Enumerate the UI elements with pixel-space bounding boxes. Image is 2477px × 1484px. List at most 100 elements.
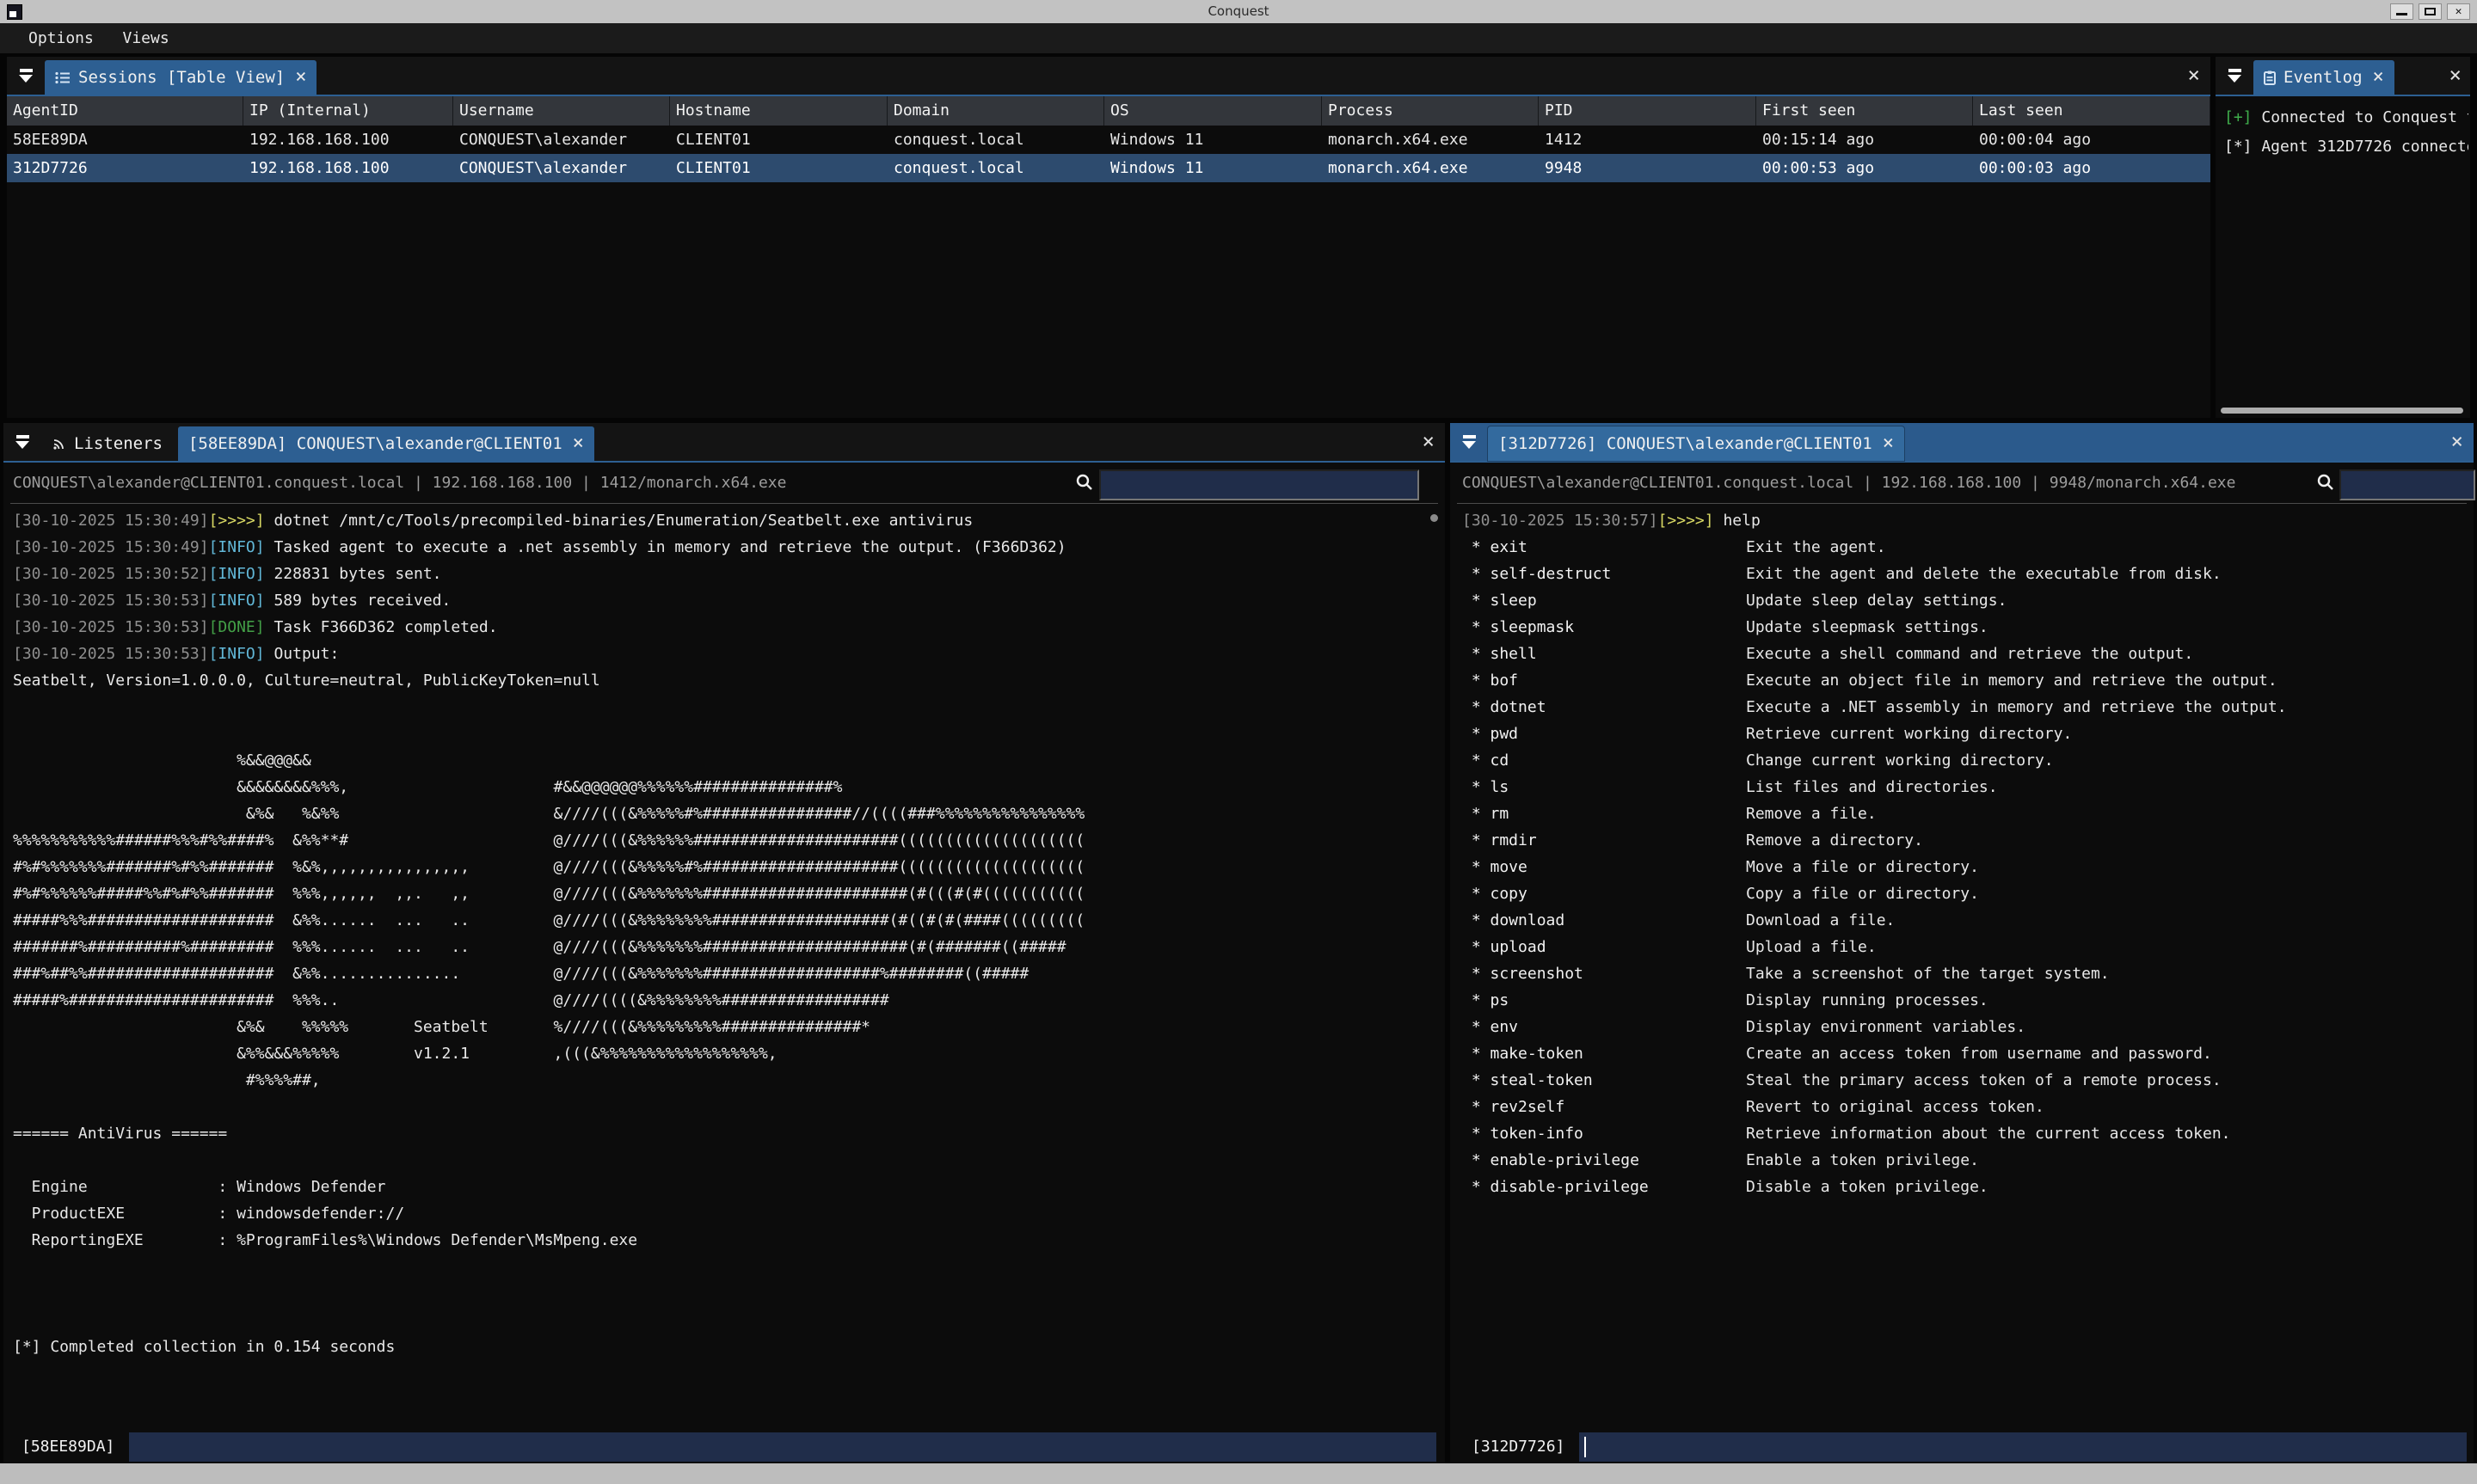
console-text-segment: [30-10-2025 15:30:52]	[13, 565, 209, 583]
help-command: * sleep	[1462, 587, 1746, 614]
help-entry: * moveMove a file or directory.	[1462, 854, 2468, 880]
menu-item-views[interactable]: Views	[123, 23, 169, 53]
help-description: Download a file.	[1746, 911, 1895, 929]
help-command: * disable-privilege	[1462, 1174, 1746, 1200]
column-header[interactable]: PID	[1539, 96, 1756, 126]
column-header[interactable]: Last seen	[1973, 96, 2210, 126]
help-description: Execute an object file in memory and ret…	[1746, 671, 2277, 690]
table-cell: 192.168.168.100	[243, 126, 453, 154]
console-text-segment: dotnet /mnt/c/Tools/precompiled-binaries…	[265, 512, 974, 530]
menu-item-options[interactable]: Options	[28, 23, 94, 53]
console-text-segment: Tasked agent to execute a .net assembly …	[265, 538, 1066, 556]
column-header[interactable]: OS	[1104, 96, 1322, 126]
column-header[interactable]: AgentID	[7, 96, 243, 126]
console-line: #%%%%##,	[13, 1067, 1440, 1094]
window-titlebar[interactable]: Conquest ✕	[0, 0, 2477, 23]
column-header[interactable]: First seen	[1756, 96, 1973, 126]
help-description: Enable a token privilege.	[1746, 1151, 1979, 1169]
help-entry: * disable-privilegeDisable a token privi…	[1462, 1174, 2468, 1200]
minimize-button[interactable]	[2390, 3, 2413, 20]
agent-status-row: CONQUEST\alexander@CLIENT01.conquest.loc…	[1450, 463, 2474, 503]
console-line: #%#%%%%%%#####%%#%#%%####### %%%,,,,,, ,…	[13, 880, 1440, 907]
help-entry: * exitExit the agent.	[1462, 534, 2468, 561]
search-input[interactable]	[1099, 469, 1419, 500]
console-line	[13, 721, 1440, 747]
help-entry: * sleepmaskUpdate sleepmask settings.	[1462, 614, 2468, 641]
agent-console-panel-312D7726: [312D7726] CONQUEST\alexander@CLIENT01 ×…	[1450, 423, 2474, 1463]
dropdown-bar-icon	[1463, 435, 1476, 438]
close-panel-icon[interactable]: ×	[2188, 64, 2200, 85]
command-input[interactable]	[129, 1432, 1436, 1462]
console-text-segment: [30-10-2025 15:30:53]	[13, 645, 209, 663]
console-text-segment: [>>>>]	[1658, 512, 1714, 530]
panel-dropdown-button[interactable]	[3, 423, 41, 461]
maximize-button[interactable]	[2419, 3, 2442, 20]
help-entry: * rev2selfRevert to original access toke…	[1462, 1094, 2468, 1120]
tab-agent-312D7726[interactable]: [312D7726] CONQUEST\alexander@CLIENT01 ×	[1488, 426, 1904, 461]
console-line: [30-10-2025 15:30:53][DONE] Task F366D36…	[13, 614, 1440, 641]
help-entry: * psDisplay running processes.	[1462, 987, 2468, 1014]
search-input[interactable]	[2339, 469, 2475, 500]
command-input-bar: [312D7726]	[1450, 1432, 2474, 1462]
column-header[interactable]: Hostname	[670, 96, 888, 126]
console-text-segment: 589 bytes received.	[265, 592, 452, 610]
table-cell: 00:00:03 ago	[1973, 154, 2210, 182]
console-text-segment: ProductEXE : windowsdefender://	[13, 1205, 404, 1223]
eventlog-panel: Eventlog × × [+] Connected to Conquest t…	[2216, 57, 2470, 418]
panel-dropdown-button[interactable]	[1450, 423, 1488, 461]
close-tab-icon[interactable]: ×	[573, 434, 584, 453]
column-header[interactable]: Process	[1322, 96, 1539, 126]
column-header[interactable]: Domain	[888, 96, 1104, 126]
table-row[interactable]: 312D7726192.168.168.100CONQUEST\alexande…	[7, 154, 2210, 182]
console-text-segment: Task F366D362 completed.	[265, 618, 498, 636]
console-text-segment: [30-10-2025 15:30:57]	[1462, 512, 1658, 530]
tab-agent-58EE89DA[interactable]: [58EE89DA] CONQUEST\alexander@CLIENT01 ×	[178, 426, 594, 461]
close-panel-icon[interactable]: ×	[1423, 431, 1435, 451]
table-cell: monarch.x64.exe	[1322, 154, 1539, 182]
console-text-segment: &%& %&%% &////(((&%%%%%#%###############…	[13, 805, 1085, 823]
console-line: #####%%%#################### &%%...... .…	[13, 907, 1440, 934]
help-description: Update sleepmask settings.	[1746, 618, 1988, 636]
column-header[interactable]: Username	[453, 96, 670, 126]
help-entry: * rmRemove a file.	[1462, 800, 2468, 827]
console-line: ====== AntiVirus ======	[13, 1120, 1440, 1147]
close-panel-icon[interactable]: ×	[2449, 64, 2462, 85]
help-command: * steal-token	[1462, 1067, 1746, 1094]
console-text-segment: Seatbelt, Version=1.0.0.0, Culture=neutr…	[13, 671, 600, 690]
close-window-button[interactable]: ✕	[2447, 3, 2470, 20]
help-description: Execute a shell command and retrieve the…	[1746, 645, 2193, 663]
command-input[interactable]	[1579, 1432, 2467, 1462]
console-text-segment: [30-10-2025 15:30:53]	[13, 592, 209, 610]
close-tab-icon[interactable]: ×	[2373, 68, 2384, 87]
close-tab-icon[interactable]: ×	[1883, 434, 1894, 453]
panel-dropdown-button[interactable]	[7, 57, 45, 95]
agent-status-line: CONQUEST\alexander@CLIENT01.conquest.loc…	[13, 463, 786, 503]
agent-console-panel-58EE89DA: Listeners [58EE89DA] CONQUEST\alexander@…	[3, 423, 1445, 1463]
help-command: * pwd	[1462, 721, 1746, 747]
console-output[interactable]: [30-10-2025 15:30:49][>>>>] dotnet /mnt/…	[3, 507, 1440, 1429]
help-description: Retrieve current working directory.	[1746, 725, 2072, 743]
left-console-tabbar: Listeners [58EE89DA] CONQUEST\alexander@…	[3, 423, 1445, 463]
close-panel-icon[interactable]: ×	[2451, 431, 2463, 451]
console-output[interactable]: [30-10-2025 15:30:57][>>>>] help * exitE…	[1450, 507, 2468, 1429]
console-text-segment: [DONE]	[209, 618, 265, 636]
sessions-table-header: AgentIDIP (Internal)UsernameHostnameDoma…	[7, 96, 2210, 126]
console-text-segment: &&&&&&&&%%%, #&&@@@@@@%%%%%%############…	[13, 778, 843, 796]
console-line: #####%###################### %%%.. @////…	[13, 987, 1440, 1014]
console-text-segment: %%%%%%%%%%%######%%%#%%####% &%%**# @///…	[13, 831, 1085, 849]
panel-dropdown-button[interactable]	[2216, 57, 2253, 95]
close-tab-icon[interactable]: ×	[295, 68, 306, 87]
column-header[interactable]: IP (Internal)	[243, 96, 453, 126]
table-cell: 9948	[1539, 154, 1756, 182]
vertical-scrollbar[interactable]	[1430, 514, 1438, 522]
tab-sessions-table-view[interactable]: Sessions [Table View] ×	[45, 60, 317, 95]
tab-listeners[interactable]: Listeners	[41, 426, 173, 461]
console-text-segment: ###%##%%#################### &%%........…	[13, 965, 1029, 983]
tab-eventlog[interactable]: Eventlog ×	[2253, 60, 2394, 95]
help-description: Move a file or directory.	[1746, 858, 1979, 876]
help-command: * enable-privilege	[1462, 1147, 1746, 1174]
table-cell: 192.168.168.100	[243, 154, 453, 182]
help-entry: * downloadDownload a file.	[1462, 907, 2468, 934]
horizontal-scrollbar[interactable]	[2221, 408, 2463, 414]
table-row[interactable]: 58EE89DA192.168.168.100CONQUEST\alexande…	[7, 126, 2210, 154]
